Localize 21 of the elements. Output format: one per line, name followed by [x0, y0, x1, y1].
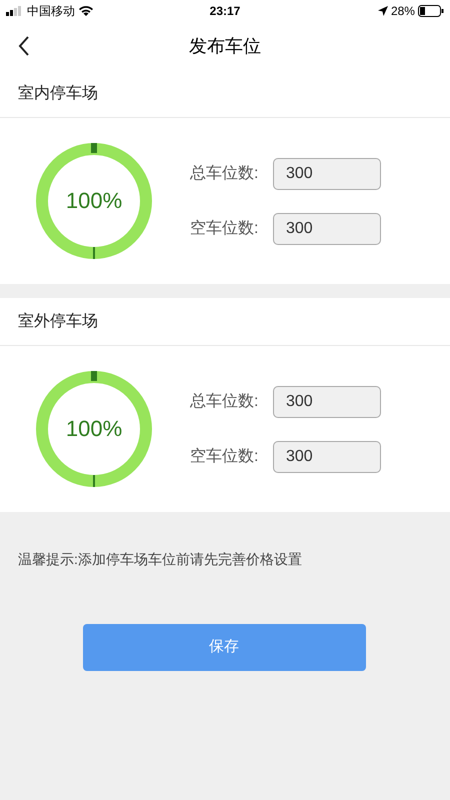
location-arrow-icon — [378, 6, 388, 16]
battery-text: 28% — [390, 3, 415, 20]
input-field[interactable]: 300 — [273, 212, 381, 244]
input-field[interactable]: 300 — [273, 158, 381, 190]
wifi-icon — [78, 5, 94, 17]
section-title: 室内停车场 — [18, 84, 98, 104]
time-text: 23:17 — [210, 3, 240, 20]
field-label: 总车位数: — [190, 164, 260, 184]
percent-text: 100% — [64, 415, 124, 443]
carrier-text: 中国移动 — [27, 3, 75, 20]
field-label: 空车位数: — [190, 446, 260, 466]
signal-icon — [6, 6, 24, 16]
battery-icon — [418, 5, 444, 17]
section-title: 室外停车场 — [18, 312, 98, 332]
field-label: 总车位数: — [190, 392, 260, 412]
page-title: 发布车位 — [189, 34, 261, 58]
input-field[interactable]: 300 — [273, 386, 381, 418]
tip-text: 温馨提示:添加停车场车位前请先完善价格设置 — [18, 551, 302, 567]
input-field[interactable]: 300 — [273, 440, 381, 472]
field-label: 空车位数: — [190, 218, 260, 238]
percent-text: 100% — [64, 187, 124, 215]
